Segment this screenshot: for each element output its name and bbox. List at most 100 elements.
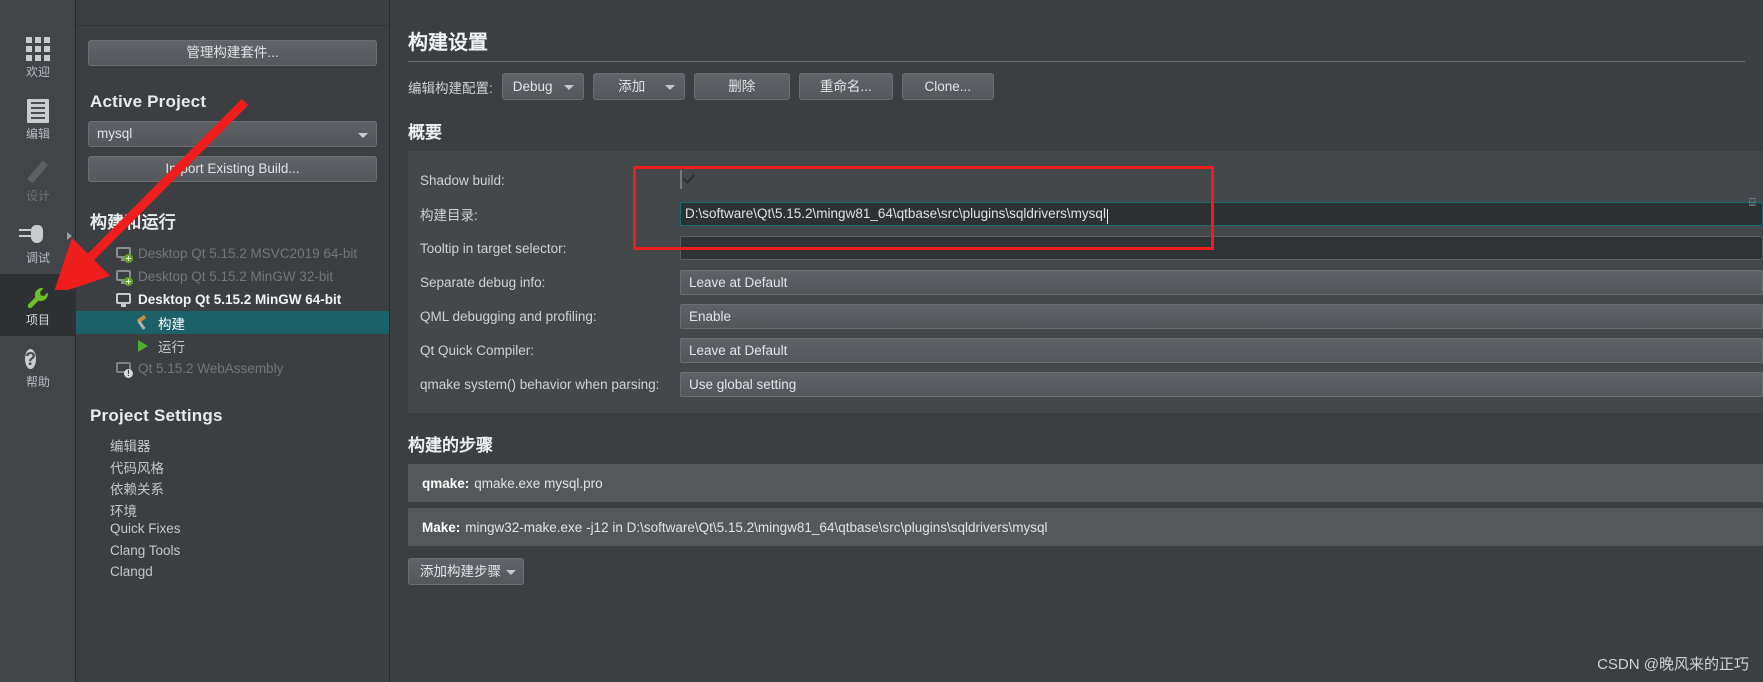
sidebar-item-clangd[interactable]: Clangd: [88, 564, 377, 586]
rename-config-button[interactable]: 重命名...: [798, 73, 893, 100]
kit-warning-icon: !: [116, 361, 133, 378]
separate-debug-info-control: Leave at Default: [680, 269, 1763, 295]
manage-kits-button[interactable]: 管理构建套件...: [88, 40, 377, 66]
kit-item-label: Desktop Qt 5.15.2 MinGW 64-bit: [138, 292, 342, 307]
mode-debug-label: 调试: [25, 250, 50, 265]
separate-debug-info-label: Separate debug info:: [420, 274, 546, 290]
grid-icon: [25, 36, 51, 62]
active-project-value: mysql: [97, 126, 133, 141]
kit-add-icon: [116, 246, 133, 263]
qml-debugging-combo[interactable]: Enable: [680, 303, 1763, 329]
kit-item-label: Desktop Qt 5.15.2 MSVC2019 64-bit: [138, 246, 358, 261]
kit-item-label: Qt 5.15.2 WebAssembly: [138, 361, 284, 376]
question-icon: ?: [25, 348, 36, 369]
mode-welcome-label: 欢迎: [25, 64, 50, 79]
qt-quick-compiler-combo[interactable]: Leave at Default: [680, 337, 1763, 363]
shadow-build-checkbox[interactable]: [680, 170, 682, 189]
project-sidebar: 管理构建套件... Active Project mysql Import Ex…: [76, 0, 390, 682]
sidebar-top-divider: [76, 0, 389, 26]
sidebar-item-clang-tools[interactable]: Clang Tools: [88, 543, 377, 565]
play-icon: [136, 339, 151, 353]
pencil-icon: [25, 160, 51, 186]
qml-debugging-row: QML debugging and profiling: Enable: [408, 299, 1763, 333]
qml-debugging-control: Enable: [680, 303, 1763, 329]
mode-projects-label: 项目: [25, 312, 50, 327]
edit-configuration-toolbar: 编辑构建配置: Debug 添加 删除 重命名... Clone...: [404, 62, 1763, 100]
sidebar-item-quick-fixes[interactable]: Quick Fixes: [88, 521, 377, 543]
mode-help-label: 帮助: [25, 374, 50, 389]
build-steps-heading: 构建的步骤: [408, 436, 493, 455]
qmake-system-label: qmake system() behavior when parsing:: [420, 376, 660, 392]
kit-item-msvc2019-64[interactable]: Desktop Qt 5.15.2 MSVC2019 64-bit: [88, 242, 389, 265]
build-directory-input[interactable]: D:\software\Qt\5.15.2\mingw81_64\qtbase\…: [680, 202, 1763, 226]
import-existing-build-button[interactable]: Import Existing Build...: [88, 156, 377, 182]
project-settings-list: 编辑器 代码风格 依赖关系 环境 Quick Fixes Clang Tools…: [88, 435, 377, 586]
chevron-down-icon: [664, 85, 675, 90]
sidebar-item-editor[interactable]: 编辑器: [88, 435, 377, 457]
tooltip-row: Tooltip in target selector:: [408, 231, 1763, 265]
chevron-down-icon: [358, 133, 368, 138]
kit-add-icon: [116, 269, 133, 286]
build-directory-value: D:\software\Qt\5.15.2\mingw81_64\qtbase\…: [685, 206, 1106, 221]
sidebar-item-build-label: 构建: [158, 316, 185, 332]
delete-config-button[interactable]: 删除: [693, 73, 790, 100]
add-build-step-label: 添加构建步骤: [420, 564, 501, 579]
mode-welcome[interactable]: 欢迎: [0, 26, 76, 88]
mode-debug[interactable]: 调试: [0, 212, 76, 274]
kit-item-mingw-32[interactable]: Desktop Qt 5.15.2 MinGW 32-bit: [88, 265, 389, 288]
edit-config-label: 编辑构建配置:: [408, 80, 493, 96]
sidebar-item-environment[interactable]: 环境: [88, 500, 377, 522]
build-config-combo[interactable]: Debug: [501, 73, 584, 100]
watermark: CSDN @晚风来的正巧: [1597, 656, 1749, 673]
build-step-detail: qmake.exe mysql.pro: [474, 475, 603, 491]
build-directory-control: D:\software\Qt\5.15.2\mingw81_64\qtbase\…: [680, 202, 1763, 226]
add-build-step-button[interactable]: 添加构建步骤: [408, 558, 524, 585]
active-project-heading: Active Project: [90, 92, 207, 111]
sidebar-item-run-label: 运行: [158, 339, 185, 355]
chevron-right-icon[interactable]: [67, 232, 72, 240]
shadow-build-label: Shadow build:: [420, 172, 505, 188]
summary-heading: 概要: [408, 123, 442, 142]
build-step-make[interactable]: Make: mingw32-make.exe -j12 in D:\softwa…: [408, 508, 1763, 546]
kit-item-label: Desktop Qt 5.15.2 MinGW 32-bit: [138, 269, 334, 284]
chevron-down-icon: [563, 85, 574, 90]
mode-design-label: 设计: [25, 188, 50, 203]
build-step-name: Make:: [422, 519, 461, 535]
mode-projects[interactable]: 项目: [0, 274, 76, 336]
mode-design: 设计: [0, 150, 76, 212]
kit-icon: [116, 292, 131, 307]
add-config-button[interactable]: 添加: [592, 73, 685, 100]
summary-panel: Shadow build: 构建目录: D:\software\Qt\5.15.…: [408, 151, 1763, 413]
mode-edit[interactable]: 编辑: [0, 88, 76, 150]
build-config-value: Debug: [512, 79, 553, 94]
qml-debugging-label: QML debugging and profiling:: [420, 308, 597, 324]
path-chooser-browse-icon[interactable]: ⌸: [1749, 197, 1763, 221]
qt-quick-compiler-control: Leave at Default: [680, 337, 1763, 363]
page-title: 构建设置: [408, 32, 488, 54]
build-directory-row: 构建目录: D:\software\Qt\5.15.2\mingw81_64\q…: [408, 197, 1763, 231]
build-step-detail: mingw32-make.exe -j12 in D:\software\Qt\…: [465, 519, 1048, 535]
sidebar-item-run[interactable]: 运行: [88, 334, 389, 357]
sidebar-item-code-style[interactable]: 代码风格: [88, 457, 377, 479]
qmake-system-combo[interactable]: Use global setting: [680, 371, 1763, 397]
mode-selector-bar: 欢迎 编辑 设计 调试 项目 ? 帮助: [0, 0, 76, 682]
mode-edit-label: 编辑: [25, 126, 50, 141]
active-project-combo[interactable]: mysql: [88, 121, 377, 147]
kit-item-webassembly[interactable]: ! Qt 5.15.2 WebAssembly: [88, 357, 389, 380]
separate-debug-info-combo[interactable]: Leave at Default: [680, 269, 1763, 295]
chevron-down-icon: [506, 570, 516, 575]
shadow-build-row: Shadow build:: [408, 163, 1763, 197]
build-steps-list: qmake: qmake.exe mysql.pro Make: mingw32…: [408, 464, 1763, 546]
wrench-icon: [25, 284, 51, 310]
clone-config-button[interactable]: Clone...: [901, 73, 994, 100]
build-step-qmake[interactable]: qmake: qmake.exe mysql.pro: [408, 464, 1763, 502]
sidebar-item-dependencies[interactable]: 依赖关系: [88, 478, 377, 500]
qmake-system-row: qmake system() behavior when parsing: Us…: [408, 367, 1763, 401]
mode-help[interactable]: ? 帮助: [0, 336, 76, 398]
kit-item-mingw-64[interactable]: Desktop Qt 5.15.2 MinGW 64-bit: [88, 288, 389, 311]
tooltip-input[interactable]: [680, 236, 1763, 260]
sidebar-item-build[interactable]: 构建: [76, 311, 389, 334]
hammer-icon: [136, 314, 151, 330]
qmake-system-control: Use global setting: [680, 371, 1763, 397]
build-and-run-heading: 构建和运行: [90, 213, 176, 232]
